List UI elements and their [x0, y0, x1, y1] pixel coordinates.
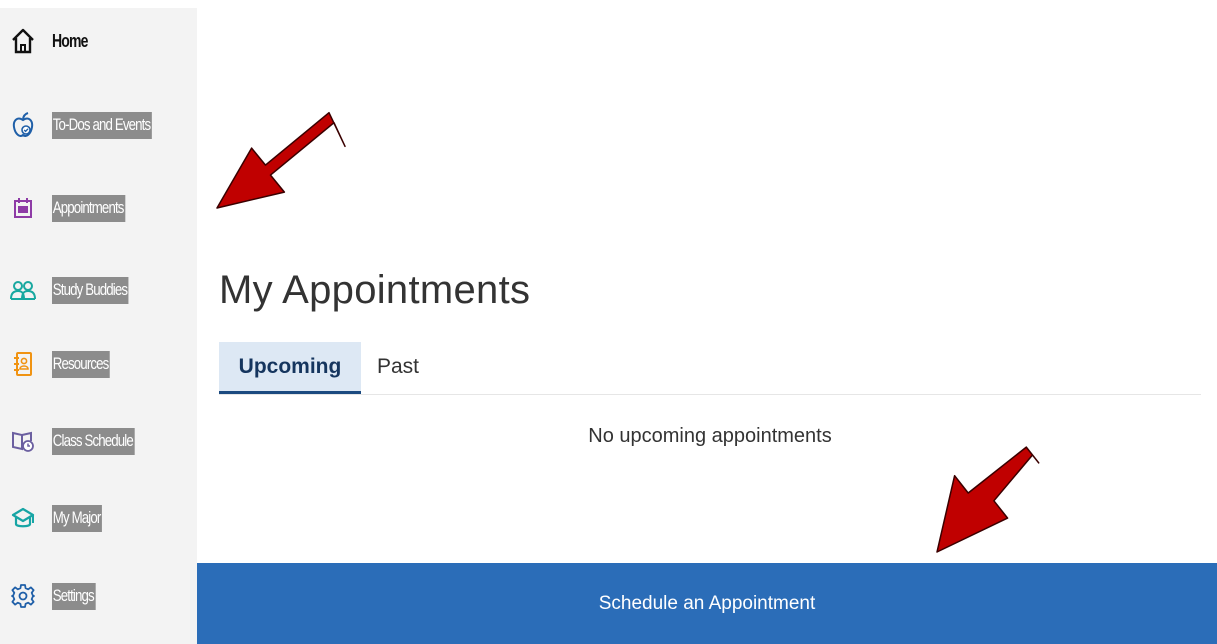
sidebar-item-todos[interactable]: To-Dos and Events [10, 105, 180, 145]
sidebar-item-appointments[interactable]: Appointments [10, 188, 146, 228]
sidebar-item-resources[interactable]: Resources [10, 344, 126, 384]
gear-icon [10, 582, 36, 610]
schedule-appointment-button[interactable]: Schedule an Appointment [197, 563, 1217, 644]
tab-past[interactable]: Past [377, 342, 419, 392]
address-book-icon [10, 350, 36, 378]
sidebar-item-label: Appointments [52, 194, 126, 222]
sidebar-item-my-major[interactable]: My Major [10, 498, 116, 538]
page: Home To-Dos and Events Appointments Stud… [0, 0, 1217, 644]
calendar-icon [10, 194, 36, 222]
annotation-arrow-schedule [936, 446, 1040, 553]
home-icon [10, 27, 36, 55]
sidebar-item-label: Settings [52, 582, 96, 610]
sidebar: Home To-Dos and Events Appointments Stud… [0, 8, 197, 644]
annotation-arrow-appointments [216, 111, 346, 209]
tab-bar: Upcoming Past [219, 342, 1201, 395]
empty-state-message: No upcoming appointments [588, 425, 832, 447]
sidebar-item-class-schedule[interactable]: Class Schedule [10, 421, 158, 461]
sidebar-item-study-buddies[interactable]: Study Buddies [10, 270, 150, 310]
sidebar-item-home[interactable]: Home [10, 21, 98, 61]
sidebar-item-label: Resources [52, 350, 111, 378]
sidebar-item-label: Class Schedule [52, 427, 135, 455]
graduation-cap-icon [10, 504, 36, 532]
book-icon [10, 427, 36, 455]
sidebar-item-settings[interactable]: Settings [10, 576, 108, 616]
sidebar-item-label: To-Dos and Events [52, 111, 152, 139]
people-icon [10, 276, 36, 304]
sidebar-item-label: Study Buddies [52, 276, 129, 304]
sidebar-item-label: Home [52, 30, 88, 51]
apple-icon [10, 111, 36, 139]
tab-upcoming[interactable]: Upcoming [219, 342, 361, 394]
sidebar-item-label: My Major [52, 504, 102, 532]
page-title: My Appointments [219, 268, 531, 312]
